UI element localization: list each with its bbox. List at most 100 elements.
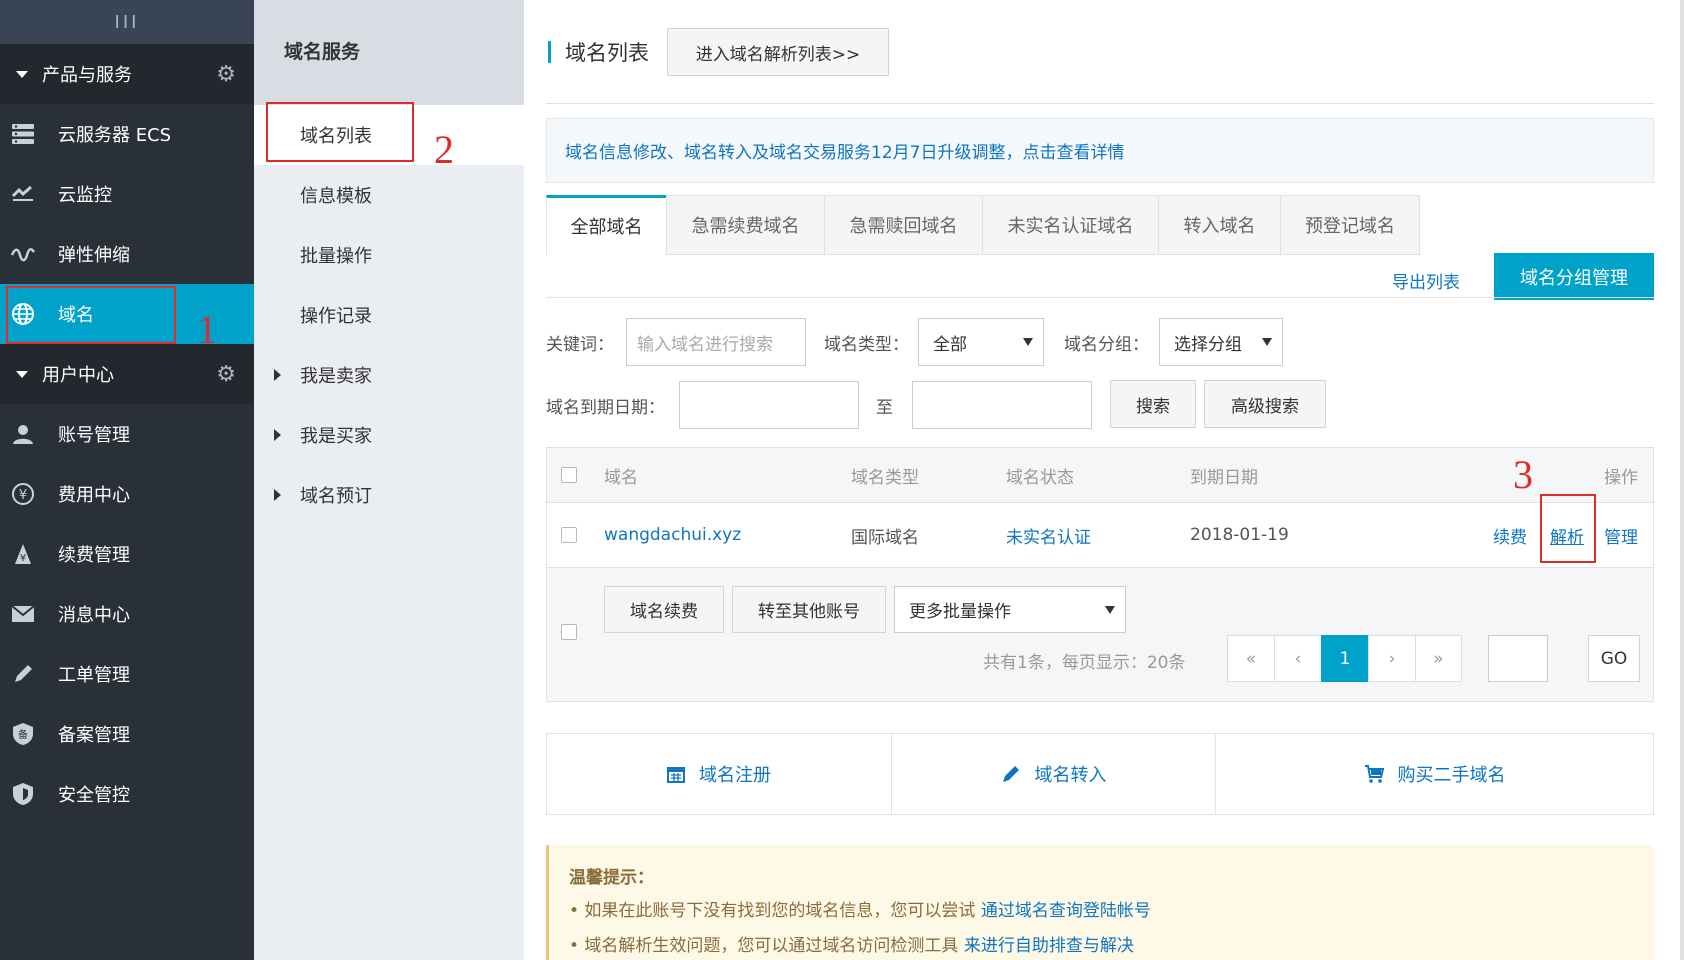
svg-text:¥: ¥ [19,488,27,503]
expire-end-input[interactable] [912,381,1092,429]
subnav-item-seller[interactable]: 我是卖家 [254,345,524,405]
prev-page-button[interactable]: ‹ [1274,635,1321,682]
group-select-value: 选择分组 [1174,334,1242,355]
sidebar-group-products[interactable]: 产品与服务 ⚙ [0,44,254,104]
sidebar-item-security[interactable]: 安全管控 [0,764,254,824]
subnav-item-buyer[interactable]: 我是买家 [254,405,524,465]
tabs-divider [546,297,1654,298]
next-page-button[interactable]: › [1368,635,1415,682]
goto-dns-list-button[interactable]: 进入域名解析列表>> [667,28,889,76]
more-batch-select[interactable]: 更多批量操作 [894,586,1126,633]
main-content: 域名列表 进入域名解析列表>> 域名信息修改、域名转入及域名交易服务12月7日升… [524,0,1684,960]
go-button[interactable]: GO [1588,635,1640,682]
first-page-button[interactable]: « [1227,635,1274,682]
keyword-input[interactable]: 输入域名进行搜索 [626,318,806,366]
group-manage-button[interactable]: 域名分组管理 [1494,253,1654,300]
sidebar-item-label: 费用中心 [58,485,130,506]
tab-transfer-in[interactable]: 转入域名 [1158,195,1280,255]
domain-name-link[interactable]: wangdachui.xyz [604,503,741,567]
scrollbar[interactable] [1680,0,1684,960]
last-page-button[interactable]: » [1415,635,1462,682]
mail-icon [10,601,36,627]
sidebar-item-label: 消息中心 [58,605,130,626]
header-divider [546,103,1654,104]
sidebar-group-label: 产品与服务 [42,65,132,86]
gear-icon[interactable]: ⚙ [216,362,236,387]
gear-icon[interactable]: ⚙ [216,62,236,87]
row-checkbox[interactable] [561,527,577,543]
domain-tabs: 全部域名 急需续费域名 急需赎回域名 未实名认证域名 转入域名 预登记域名 [546,195,1420,255]
subnav-item-info-template[interactable]: 信息模板 [254,165,524,225]
select-all-cell [561,448,577,502]
transfer-domain-action[interactable]: 域名转入 [892,734,1216,814]
subnav-item-label: 信息模板 [300,186,372,207]
sidebar-item-tickets[interactable]: 工单管理 [0,644,254,704]
batch-renew-button[interactable]: 域名续费 [604,586,724,633]
tab-urgent-redeem[interactable]: 急需赎回域名 [824,195,982,255]
advanced-search-button[interactable]: 高级搜索 [1204,380,1326,428]
group-select[interactable]: 选择分组 [1159,318,1283,366]
sidebar-item-scaling[interactable]: 弹性伸缩 [0,224,254,284]
expire-start-input[interactable] [679,381,859,429]
subnav-item-label: 域名预订 [300,486,372,507]
manage-link[interactable]: 管理 [1604,503,1638,567]
keyword-label: 关键词： [546,335,614,355]
sidebar-item-renewal[interactable]: ¥ 续费管理 [0,524,254,584]
chevron-down-icon [1262,338,1272,346]
svg-text:¥: ¥ [20,553,26,564]
notice-banner[interactable]: 域名信息修改、域名转入及域名交易服务12月7日升级调整，点击查看详情 [546,118,1654,183]
self-check-link[interactable]: 来进行自助排查与解决 [964,936,1134,956]
page-title: 域名列表 [565,41,649,65]
tab-pre-registered[interactable]: 预登记域名 [1280,195,1420,255]
tab-all-domains[interactable]: 全部域名 [546,195,666,255]
expire-date-label: 域名到期日期： [546,398,665,418]
tips-line-2: • 域名解析生效问题，您可以通过域名访问检测工具 来进行自助排查与解决 [569,931,1634,956]
batch-select-checkbox[interactable] [561,624,577,640]
sidebar-item-ecs[interactable]: 云服务器 ECS [0,104,254,164]
annotation-box-3 [1540,494,1596,563]
col-expire: 到期日期 [1190,467,1258,488]
buy-used-domain-label: 购买二手域名 [1397,765,1506,786]
tab-unverified[interactable]: 未实名认证域名 [982,195,1158,255]
subnav-item-batch-ops[interactable]: 批量操作 [254,225,524,285]
search-button[interactable]: 搜索 [1110,380,1196,428]
sidebar-item-label: 账号管理 [58,425,130,446]
subnav-item-op-records[interactable]: 操作记录 [254,285,524,345]
tips-line-1: • 如果在此账号下没有找到您的域名信息，您可以尝试 通过域名查询登陆帐号 [569,896,1634,921]
register-domain-action[interactable]: 域名注册 [547,734,892,814]
query-login-link[interactable]: 通过域名查询登陆帐号 [981,901,1151,921]
pencil-icon [1001,764,1021,784]
sidebar-item-billing[interactable]: ¥ 费用中心 [0,464,254,524]
sidebar-item-filing[interactable]: 备 备案管理 [0,704,254,764]
subnav-item-label: 操作记录 [300,306,372,327]
domain-status-link[interactable]: 未实名认证 [1006,503,1091,567]
domain-type: 国际域名 [851,527,919,548]
sidebar-group-user-center[interactable]: 用户中心 ⚙ [0,344,254,404]
table-row: wangdachui.xyz 国际域名 未实名认证 2018-01-19 续费 … [547,503,1653,568]
svg-text:备: 备 [18,728,28,741]
subnav-item-label: 我是卖家 [300,366,372,387]
tab-urgent-renew[interactable]: 急需续费域名 [666,195,824,255]
notice-link[interactable]: 域名信息修改、域名转入及域名交易服务12月7日升级调整，点击查看详情 [565,138,1124,163]
buy-used-domain-action[interactable]: 购买二手域名 [1216,734,1653,814]
page-jump-input[interactable] [1488,635,1548,682]
date-to-label: 至 [876,398,893,418]
transfer-account-button[interactable]: 转至其他账号 [732,586,886,633]
tips-line-1-text: • 如果在此账号下没有找到您的域名信息，您可以尝试 [569,901,976,921]
export-list-link[interactable]: 导出列表 [1392,260,1460,300]
renew-link[interactable]: 续费 [1493,503,1527,567]
select-all-checkbox[interactable] [561,467,577,483]
caret-down-icon [16,70,28,78]
sidebar-item-label: 备案管理 [58,725,130,746]
tips-panel: 温馨提示： • 如果在此账号下没有找到您的域名信息，您可以尝试 通过域名查询登陆… [546,845,1654,960]
type-select[interactable]: 全部 [918,318,1044,366]
sidebar-item-label: 弹性伸缩 [58,245,130,266]
sidebar-item-messages[interactable]: 消息中心 [0,584,254,644]
sidebar-item-account[interactable]: 账号管理 [0,404,254,464]
sidebar-toggle[interactable]: III [0,0,254,44]
register-domain-label: 域名注册 [699,765,771,786]
subnav-item-reservation[interactable]: 域名预订 [254,465,524,525]
more-batch-value: 更多批量操作 [909,602,1011,622]
page-1-button[interactable]: 1 [1321,635,1368,682]
sidebar-item-monitor[interactable]: 云监控 [0,164,254,224]
